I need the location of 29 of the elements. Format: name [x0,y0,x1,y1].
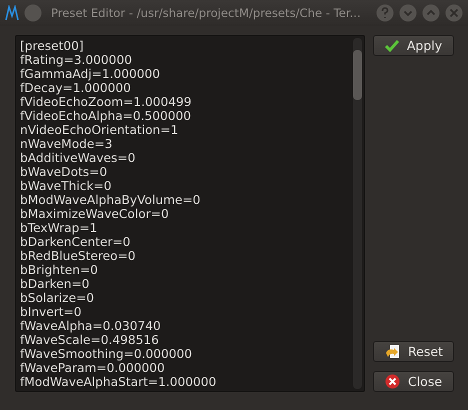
code-line: fWaveSmoothing=0.000000 [20,347,193,361]
close-button[interactable]: Close [373,371,454,392]
code-line: nWaveMode=3 [20,137,114,151]
code-line: bSolarize=0 [20,291,96,305]
code-line: bWaveDots=0 [20,165,108,179]
code-line: fVideoEchoZoom=1.000499 [20,95,193,109]
code-line: fVideoEchoAlpha=0.500000 [20,109,192,123]
code-line: bDarken=0 [20,277,90,291]
code-line: bModWaveAlphaByVolume=0 [20,193,202,207]
code-line: bTexWrap=1 [20,221,98,235]
code-line: fWaveScale=0.498516 [20,333,160,347]
code-line: fRating=3.000000 [20,53,133,67]
code-line: fGammaAdj=1.000000 [20,67,162,81]
code-line: bInvert=0 [20,305,83,319]
code-line: bAdditiveWaves=0 [20,151,136,165]
code-line: fModWaveAlphaStart=1.000000 [20,375,218,389]
apply-button[interactable]: Apply [373,35,454,56]
code-line: fWaveAlpha=0.030740 [20,319,162,333]
window-title: Preset Editor - /usr/share/projectM/presets/Che - Ter... [51,6,362,20]
code-line: bBrighten=0 [20,263,99,277]
code-line: fWaveParam=0.000000 [20,361,166,375]
code-line: nVideoEchoOrientation=1 [20,123,180,137]
reset-button[interactable]: Reset [373,341,454,362]
code-line: fDecay=1.000000 [20,81,132,95]
code-line: bRedBlueStereo=0 [20,249,137,263]
code-line: bWaveThick=0 [20,179,112,193]
code-line: bMaximizeWaveColor=0 [20,207,170,221]
code-line: bDarkenCenter=0 [20,235,132,249]
code-line: [preset00] [20,39,85,53]
